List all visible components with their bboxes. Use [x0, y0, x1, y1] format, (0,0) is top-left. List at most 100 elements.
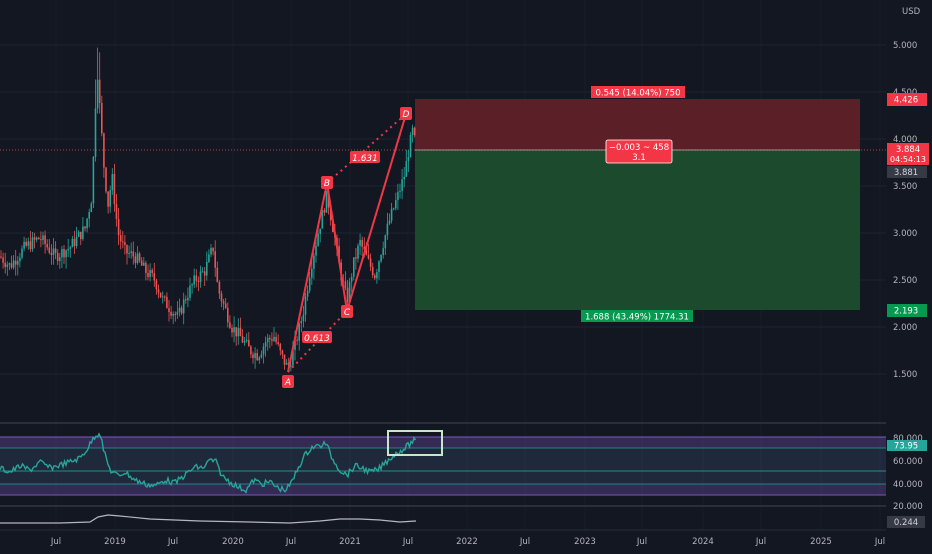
candle-body	[189, 285, 191, 298]
candle-body	[199, 271, 202, 282]
prev-price-label: 3.881	[894, 168, 918, 178]
candle-body	[96, 79, 99, 109]
candle-body	[302, 314, 305, 322]
candle-body	[140, 260, 143, 266]
candle-body	[355, 257, 357, 259]
candle-body	[409, 134, 412, 158]
candle-body	[229, 322, 231, 328]
time-tick-label: Jul	[50, 537, 61, 547]
candle-body	[250, 346, 252, 355]
candle-body	[285, 362, 288, 365]
candle-body	[17, 261, 19, 265]
candle-body	[405, 160, 408, 177]
candle-body	[317, 233, 319, 246]
candle-body	[304, 296, 307, 315]
time-tick-label: 2022	[456, 537, 478, 547]
ratio-bd-label: 1.631	[352, 154, 378, 164]
candle-body	[174, 313, 177, 315]
candle-body	[220, 293, 223, 302]
candle-body	[69, 247, 72, 249]
candle-body	[164, 296, 166, 298]
candle-body	[388, 220, 391, 224]
candle-body	[218, 281, 221, 294]
candle-body	[19, 257, 21, 262]
candle-body	[155, 280, 158, 290]
candle-body	[115, 204, 118, 219]
candle-body	[187, 297, 189, 301]
time-axis[interactable]: Jul 2019 Jul 2020 Jul 2021 Jul 2022 Jul 2023 Jul 20…	[50, 537, 885, 547]
candle-body	[38, 237, 40, 240]
candle-body	[157, 289, 160, 293]
risk-label: 0.545 (14.04%) 750	[595, 89, 680, 99]
last-price-label: 3.884	[896, 145, 920, 155]
candle-body	[252, 354, 254, 359]
candle-body	[2, 257, 4, 263]
candle-body	[243, 341, 246, 343]
candle-body	[65, 250, 67, 258]
candle-body	[311, 268, 313, 278]
candle-body	[149, 270, 151, 277]
candle-body	[46, 244, 48, 248]
candle-body	[256, 353, 258, 361]
candle-body	[103, 133, 105, 168]
candle-body	[208, 254, 210, 262]
candle-body	[92, 156, 95, 204]
candle-body	[275, 336, 277, 343]
candle-body	[56, 252, 59, 262]
candle-body	[153, 273, 156, 281]
candle-body	[231, 327, 233, 333]
candle-body	[283, 354, 286, 365]
candle-body	[8, 263, 11, 265]
candle-body	[122, 241, 124, 243]
candle-body	[176, 311, 179, 315]
candle-body	[386, 223, 389, 236]
candle-body	[170, 311, 172, 316]
price-tick-label: 1.500	[893, 370, 917, 380]
candle-body	[374, 275, 376, 279]
candle-body	[203, 271, 206, 276]
rsi-tick-20: 20.000	[893, 502, 923, 512]
chart-canvas[interactable]: A B C D 0.613 1.631 0.545 (14.04%) 750 −…	[0, 0, 932, 550]
point-c-label: C	[344, 308, 351, 318]
candle-body	[82, 226, 84, 240]
candle-body	[54, 248, 57, 253]
candle-body	[298, 323, 300, 341]
candle-body	[0, 256, 2, 258]
candle-body	[254, 353, 256, 359]
position-center-line2: 3.1	[632, 153, 646, 163]
candle-body	[271, 339, 273, 341]
time-tick-label: 2020	[222, 537, 244, 547]
trading-chart-app[interactable]: A B C D 0.613 1.631 0.545 (14.04%) 750 −…	[0, 0, 932, 550]
candle-body	[180, 307, 183, 314]
candle-body	[94, 108, 97, 157]
time-tick-label: 2025	[810, 537, 832, 547]
candle-body	[346, 287, 349, 303]
candle-body	[143, 262, 145, 266]
rsi-pane[interactable]	[0, 430, 886, 496]
candle-body	[237, 327, 240, 337]
candle-body	[29, 241, 32, 250]
candle-body	[105, 167, 107, 192]
candle-body	[178, 307, 181, 312]
candle-body	[235, 327, 237, 337]
candle-body	[134, 256, 137, 263]
candle-body	[214, 251, 216, 268]
candle-body	[399, 191, 401, 193]
candle-body	[10, 263, 13, 268]
candle-body	[296, 339, 298, 341]
candle-body	[212, 247, 214, 252]
candle-body	[88, 212, 90, 219]
time-tick-label: 2021	[339, 537, 361, 547]
candle-body	[6, 264, 9, 267]
reward-zone[interactable]	[415, 150, 860, 310]
candle-body	[361, 239, 363, 247]
candle-body	[241, 336, 244, 343]
osc-value-label: 0.244	[894, 518, 918, 528]
candle-body	[84, 226, 86, 229]
reward-label: 1.688 (43.49%) 1774.31	[585, 313, 689, 323]
time-tick-label: 2019	[104, 537, 126, 547]
candle-body	[48, 247, 51, 253]
candle-body	[350, 276, 353, 282]
candle-body	[63, 249, 65, 258]
time-tick-label: Jul	[755, 537, 766, 547]
